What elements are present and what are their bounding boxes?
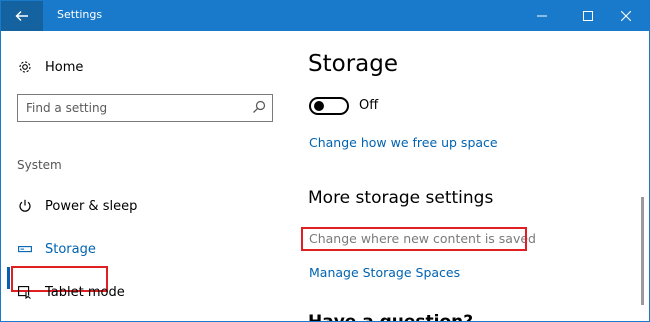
gear-icon <box>19 61 31 73</box>
sidebar-item-tablet-mode[interactable]: Tablet mode <box>17 284 125 300</box>
search-icon[interactable] <box>252 100 266 114</box>
settings-window: Settings Home Find a setting System Powe… <box>0 0 650 322</box>
minimize-button[interactable] <box>519 1 565 31</box>
sidebar-item-storage[interactable]: Storage <box>17 241 96 257</box>
minimize-icon <box>537 15 547 17</box>
tablet-mode-icon <box>17 284 33 300</box>
sidebar: Home System Power & sleep <box>1 31 289 321</box>
window-title: Settings <box>57 8 103 21</box>
manage-storage-spaces-link[interactable]: Manage Storage Spaces <box>309 265 460 280</box>
sidebar-item-label: Tablet mode <box>45 284 125 300</box>
power-icon <box>17 198 33 214</box>
sidebar-item-label: Home <box>45 59 84 75</box>
back-button[interactable] <box>1 1 43 31</box>
sidebar-item-label: Power & sleep <box>45 198 138 214</box>
main-content: Storage Off Change how we free up space … <box>289 31 649 321</box>
selected-indicator <box>7 267 10 289</box>
title-bar: Settings <box>1 1 649 31</box>
toggle-state-label: Off <box>359 98 379 113</box>
search-box[interactable] <box>17 94 273 122</box>
close-icon <box>621 11 631 21</box>
storage-sense-toggle[interactable] <box>309 97 349 115</box>
sidebar-item-home[interactable]: Home <box>17 59 83 75</box>
section-label-system: System <box>17 158 62 172</box>
page-title: Storage <box>308 51 398 77</box>
storage-icon <box>17 241 33 257</box>
search-input[interactable] <box>26 95 246 120</box>
highlight-box-change-saved <box>301 227 527 251</box>
more-storage-settings-heading: More storage settings <box>308 188 494 208</box>
change-free-up-space-link[interactable]: Change how we free up space <box>309 135 498 150</box>
back-arrow-icon <box>15 11 28 21</box>
scrollbar[interactable] <box>641 197 644 305</box>
close-button[interactable] <box>603 1 649 31</box>
have-a-question-heading: Have a question? <box>308 312 474 322</box>
maximize-icon <box>583 11 593 21</box>
sidebar-item-power-sleep[interactable]: Power & sleep <box>17 198 137 214</box>
sidebar-item-label: Storage <box>45 241 96 257</box>
toggle-knob <box>314 101 324 111</box>
